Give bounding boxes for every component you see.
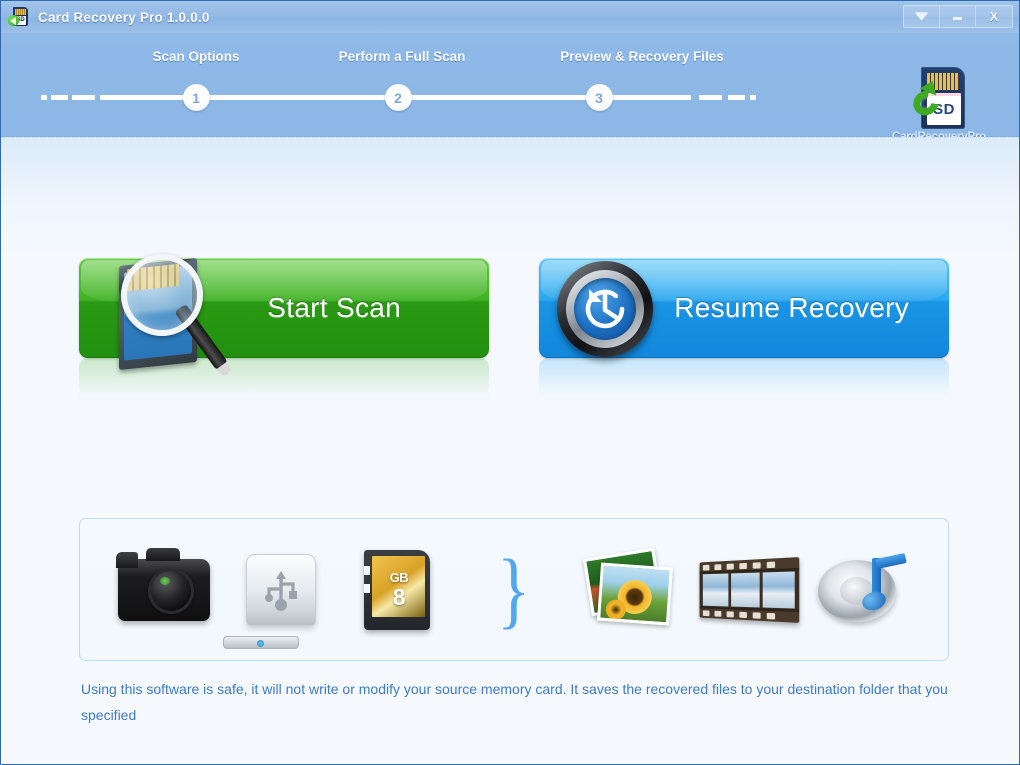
- step-circle-3[interactable]: 3: [586, 84, 613, 111]
- main-content: Start Scan Resume Recovery: [1, 137, 1019, 764]
- media-icon-row: 8GB }: [80, 519, 948, 660]
- step-circle-2[interactable]: 2: [385, 84, 412, 111]
- track-segment: [611, 95, 691, 100]
- step-progress-track: 1 2 3: [1, 81, 791, 113]
- track-segment: [410, 95, 586, 100]
- audio-icon: [809, 535, 919, 645]
- sd-card-8gb-icon: 8GB: [342, 535, 452, 645]
- minimize-button[interactable]: [940, 6, 976, 27]
- chevron-down-icon: [915, 12, 928, 21]
- track-segment: [100, 95, 184, 100]
- camera-icon: [109, 535, 219, 645]
- sd-card-logo-icon: SD: [913, 67, 965, 129]
- track-dash: [750, 95, 756, 100]
- track-dash: [51, 95, 68, 100]
- usb-drive-icon: [226, 535, 336, 645]
- usb-symbol-icon: [263, 567, 299, 613]
- track-dash: [699, 95, 722, 100]
- step-label-1: Scan Options: [152, 49, 239, 64]
- close-button[interactable]: X: [976, 6, 1012, 27]
- window-controls: X: [903, 5, 1013, 28]
- track-dash: [72, 95, 95, 100]
- step-label-2: Perform a Full Scan: [339, 49, 466, 64]
- track-dash: [41, 95, 47, 100]
- resume-recovery-button[interactable]: Resume Recovery: [539, 258, 949, 358]
- step-circle-1[interactable]: 1: [183, 84, 210, 111]
- supported-media-panel: 8GB }: [79, 518, 949, 661]
- photos-icon: [576, 535, 686, 645]
- menu-button[interactable]: [904, 6, 940, 27]
- wizard-header: Scan Options Perform a Full Scan Preview…: [1, 33, 1019, 137]
- sd-card-icon: SD: [8, 6, 30, 28]
- brace-separator: }: [459, 535, 569, 645]
- title-bar: SD Card Recovery Pro 1.0.0.0 X: [1, 1, 1019, 33]
- brace-glyph: }: [497, 551, 530, 628]
- step-labels: Scan Options Perform a Full Scan Preview…: [1, 49, 791, 69]
- minimize-icon: [951, 12, 964, 21]
- resume-recovery-label: Resume Recovery: [674, 292, 909, 324]
- start-scan-button[interactable]: Start Scan: [79, 258, 489, 358]
- sd-capacity-label: 8GB: [372, 570, 425, 597]
- brand-logo: SD CardRecoveryPro: [887, 67, 991, 143]
- action-button-row: Start Scan Resume Recovery: [79, 258, 949, 363]
- magnifier-sd-card-icon: [101, 248, 251, 378]
- safety-note: Using this software is safe, it will not…: [81, 676, 961, 728]
- start-scan-label: Start Scan: [267, 292, 401, 324]
- app-window: SD Card Recovery Pro 1.0.0.0 X Scan Opti…: [0, 0, 1020, 765]
- track-segment: [208, 95, 386, 100]
- video-film-icon: [692, 535, 802, 645]
- track-dash: [728, 95, 745, 100]
- clock-history-icon: [557, 261, 653, 357]
- window-title: Card Recovery Pro 1.0.0.0: [38, 10, 210, 25]
- step-label-3: Preview & Recovery Files: [560, 49, 724, 64]
